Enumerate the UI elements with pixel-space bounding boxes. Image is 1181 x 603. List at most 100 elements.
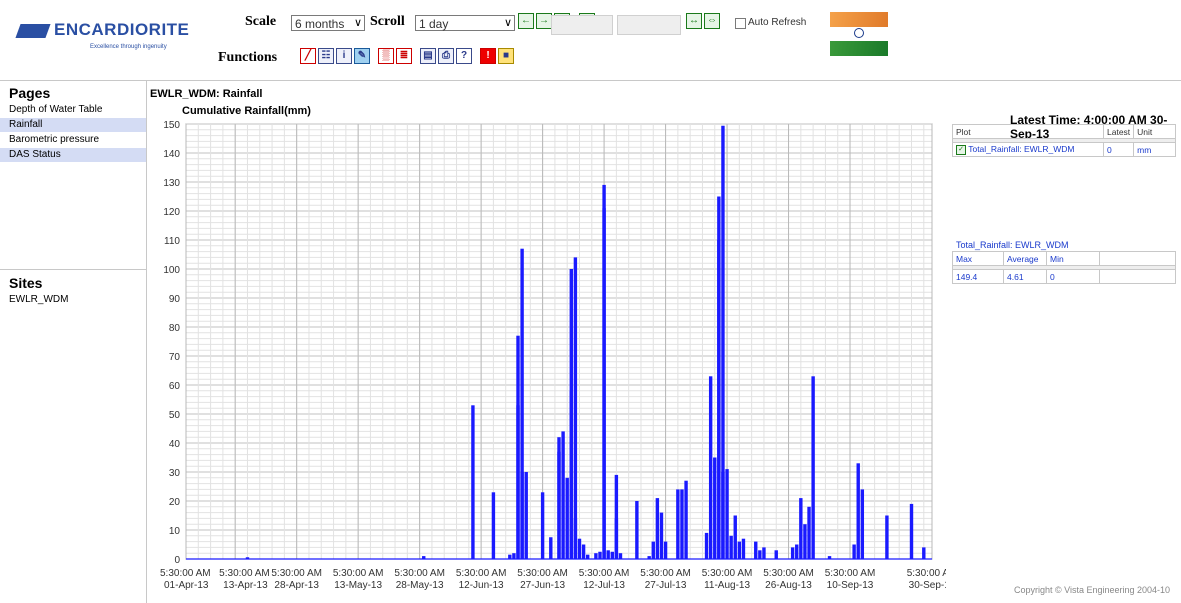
- y-tick-label: 50: [169, 410, 181, 421]
- sidebar-page-item[interactable]: DAS Status: [0, 148, 146, 163]
- scroll-value: 1 day: [419, 17, 449, 31]
- rainfall-chart[interactable]: 0 10 20 30 40 50 60 70 80 90 100 110 120 130 140 150 5:3…: [146, 115, 946, 603]
- brand-name-b: RITE: [148, 20, 190, 39]
- rainfall-bar: [803, 524, 807, 559]
- scroll-select[interactable]: 1 day ∨: [415, 15, 515, 31]
- rainfall-bar: [852, 544, 856, 559]
- alarm-icon[interactable]: !: [480, 48, 496, 64]
- sidebar-site-item[interactable]: EWLR_WDM: [0, 293, 146, 308]
- scroll-forward-button[interactable]: →: [536, 13, 552, 29]
- rainfall-bar: [549, 537, 553, 559]
- table-view-icon[interactable]: ☷: [318, 48, 334, 64]
- rainfall-bar: [508, 554, 512, 559]
- info-icon[interactable]: i: [336, 48, 352, 64]
- rainfall-bar: [922, 547, 926, 559]
- report-icon[interactable]: ≣: [396, 48, 412, 64]
- notes-icon[interactable]: ■: [498, 48, 514, 64]
- export-chart-icon[interactable]: ▒: [378, 48, 394, 64]
- average-header: Average: [1003, 251, 1047, 266]
- sidebar-page-item[interactable]: Depth of Water Table: [0, 103, 146, 118]
- y-tick-label: 130: [163, 178, 180, 189]
- rainfall-bar: [811, 376, 815, 559]
- x-tick-time: 5:30:00 AM: [333, 568, 384, 579]
- plot-row[interactable]: ✓ Total_Rainfall: EWLR_WDM 0 mm: [952, 142, 1176, 157]
- rainfall-bar: [569, 269, 573, 559]
- y-tick-label: 140: [163, 149, 180, 160]
- sites-list: EWLR_WDM: [0, 293, 146, 308]
- range-fit-button[interactable]: ⇔: [704, 13, 720, 29]
- rainfall-bar: [561, 431, 565, 559]
- rainfall-bar: [741, 538, 746, 559]
- auto-refresh-label: Auto Refresh: [748, 17, 807, 28]
- y-tick-label: 90: [169, 294, 181, 305]
- x-tick-date: 12-Jun-13: [459, 580, 504, 591]
- rainfall-bar: [520, 472, 524, 559]
- rainfall-bar: [708, 376, 713, 559]
- x-tick-time: 5:30:00 AM: [702, 568, 753, 579]
- min-header: Min: [1046, 251, 1100, 266]
- x-tick-time: 5:30:00 AM: [579, 568, 630, 579]
- functions-label: Functions: [218, 50, 278, 65]
- rainfall-bar: [758, 550, 762, 559]
- range-apply-button[interactable]: ↔: [686, 13, 702, 29]
- plot-header: Plot: [952, 124, 1104, 139]
- plot-checkbox[interactable]: ✓: [956, 144, 966, 155]
- chevron-down-icon: ∨: [353, 17, 362, 29]
- min-value: 0: [1046, 269, 1100, 284]
- sidebar-divider: [0, 269, 146, 270]
- sidebar: Pages Depth of Water Table Rainfall Barome…: [0, 81, 147, 603]
- x-tick-date: 13-Apr-13: [223, 580, 268, 591]
- sites-heading: Sites: [9, 275, 43, 291]
- print-icon[interactable]: ⎙: [438, 48, 454, 64]
- help-icon[interactable]: ?: [456, 48, 472, 64]
- scale-value: 6 months: [295, 17, 345, 31]
- auto-refresh-checkbox[interactable]: [735, 18, 746, 29]
- copyright: Copyright © Vista Engineering 2004-10: [1014, 585, 1171, 595]
- start-date-field[interactable]: [551, 15, 613, 35]
- rainfall-bar: [585, 554, 590, 559]
- rainfall-bar: [774, 550, 778, 559]
- scroll-label: Scroll: [370, 14, 405, 29]
- pane-title: EWLR_WDM: Rainfall: [150, 88, 263, 100]
- y-tick-label: 80: [169, 323, 181, 334]
- rainfall-bar: [598, 551, 602, 559]
- end-date-field[interactable]: [617, 15, 681, 35]
- max-value: 149.4: [952, 269, 1004, 284]
- rainfall-bar: [827, 556, 832, 559]
- rainfall-bar: [659, 512, 664, 559]
- x-tick-time: 5:30:00 AM: [640, 568, 691, 579]
- scroll-back-button[interactable]: ←: [518, 13, 534, 29]
- x-tick-date: 26-Aug-13: [765, 580, 812, 591]
- scale-select[interactable]: 6 months ∨: [291, 15, 365, 31]
- rainfall-bar: [647, 556, 651, 559]
- brand-tagline: Excellence through ingenuity: [90, 44, 167, 50]
- rainfall-bar: [733, 515, 737, 559]
- brand-name: ENCARDIORITE: [54, 20, 189, 40]
- sidebar-page-item[interactable]: Barometric pressure: [0, 133, 146, 148]
- rainfall-bar: [725, 469, 729, 559]
- rainfall-bar: [635, 501, 639, 559]
- y-tick-label: 0: [174, 555, 180, 566]
- rainfall-bar: [799, 498, 803, 559]
- logo-mark-icon: [15, 24, 51, 38]
- plot-name-cell[interactable]: ✓ Total_Rainfall: EWLR_WDM: [952, 142, 1104, 157]
- scale-label: Scale: [245, 14, 277, 29]
- line-chart-icon[interactable]: ╱: [300, 48, 316, 64]
- y-tick-label: 40: [169, 439, 181, 450]
- rainfall-bar: [610, 551, 614, 559]
- x-tick-date: 01-Apr-13: [164, 580, 209, 591]
- latest-header: Latest: [1102, 124, 1135, 139]
- rainfall-bar: [676, 489, 680, 559]
- rainfall-bar: [737, 541, 742, 559]
- brand-name-a: ENCARDIO: [54, 20, 149, 39]
- save-icon[interactable]: ▤: [420, 48, 436, 64]
- rainfall-bar: [524, 472, 528, 559]
- rainfall-bar: [909, 503, 914, 559]
- plot-name: Total_Rainfall: EWLR_WDM: [968, 144, 1075, 155]
- sidebar-page-item[interactable]: Rainfall: [0, 118, 146, 133]
- rainfall-bar: [594, 553, 598, 559]
- y-tick-label: 60: [169, 381, 181, 392]
- edit-icon[interactable]: ✎: [354, 48, 370, 64]
- y-tick-label: 30: [169, 468, 181, 479]
- rainfall-bar: [577, 538, 582, 559]
